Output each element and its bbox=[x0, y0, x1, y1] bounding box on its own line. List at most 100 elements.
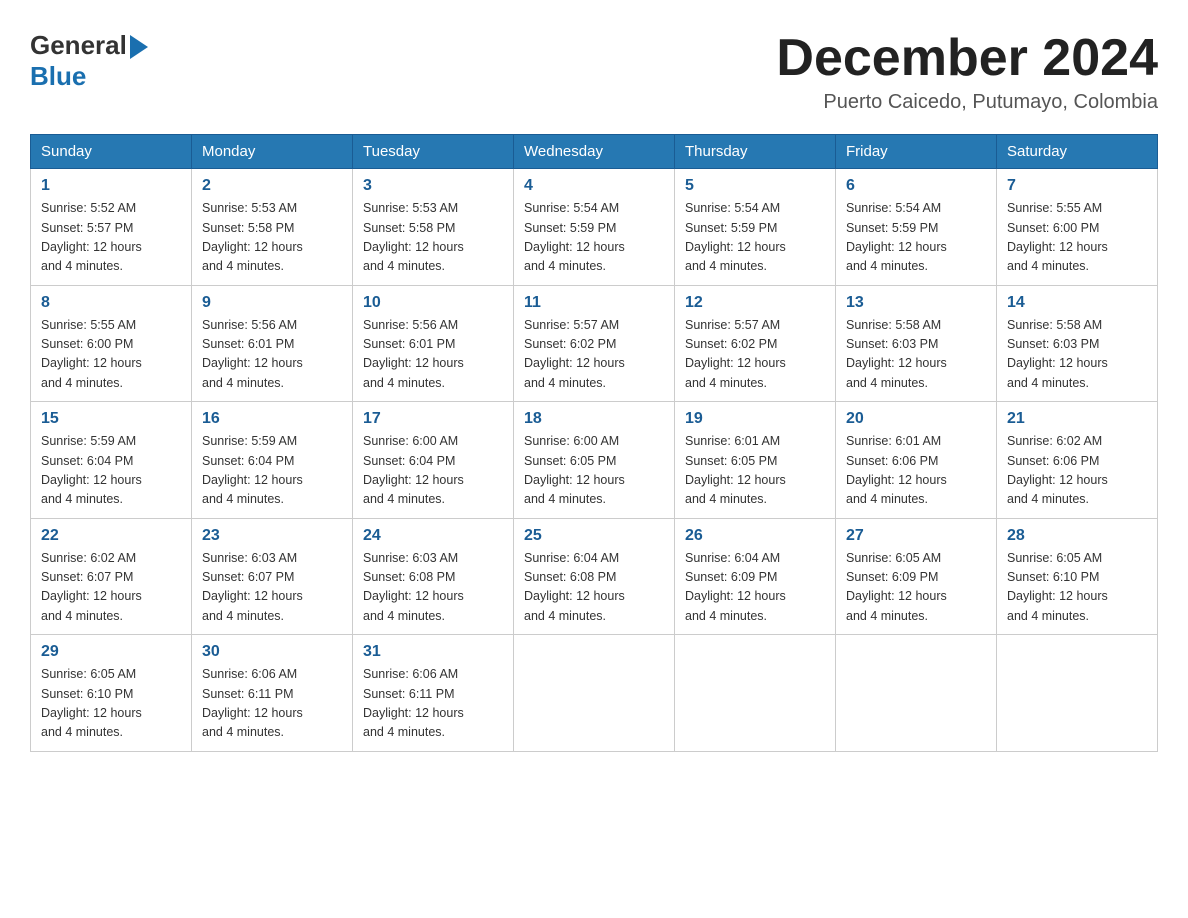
day-info: Sunrise: 5:56 AMSunset: 6:01 PMDaylight:… bbox=[202, 316, 342, 394]
calendar-cell: 29 Sunrise: 6:05 AMSunset: 6:10 PMDayligh… bbox=[31, 635, 192, 752]
day-number: 14 bbox=[1007, 294, 1147, 312]
day-number: 15 bbox=[41, 410, 181, 428]
calendar-cell: 8 Sunrise: 5:55 AMSunset: 6:00 PMDaylight… bbox=[31, 285, 192, 402]
day-number: 31 bbox=[363, 643, 503, 661]
calendar-cell: 23 Sunrise: 6:03 AMSunset: 6:07 PMDayligh… bbox=[192, 518, 353, 635]
calendar-cell: 20 Sunrise: 6:01 AMSunset: 6:06 PMDayligh… bbox=[836, 402, 997, 519]
calendar-cell: 12 Sunrise: 5:57 AMSunset: 6:02 PMDayligh… bbox=[675, 285, 836, 402]
day-number: 11 bbox=[524, 294, 664, 312]
day-number: 16 bbox=[202, 410, 342, 428]
weekday-header-thursday: Thursday bbox=[675, 135, 836, 169]
weekday-header-sunday: Sunday bbox=[31, 135, 192, 169]
day-number: 22 bbox=[41, 527, 181, 545]
weekday-header-saturday: Saturday bbox=[997, 135, 1158, 169]
day-info: Sunrise: 6:05 AMSunset: 6:10 PMDaylight:… bbox=[41, 665, 181, 743]
calendar-cell: 19 Sunrise: 6:01 AMSunset: 6:05 PMDayligh… bbox=[675, 402, 836, 519]
day-number: 7 bbox=[1007, 177, 1147, 195]
day-info: Sunrise: 5:59 AMSunset: 6:04 PMDaylight:… bbox=[202, 432, 342, 510]
calendar-cell: 2 Sunrise: 5:53 AMSunset: 5:58 PMDaylight… bbox=[192, 169, 353, 286]
day-info: Sunrise: 6:00 AMSunset: 6:05 PMDaylight:… bbox=[524, 432, 664, 510]
calendar-cell: 24Sunrise: 6:03 AMSunset: 6:08 PMDayligh… bbox=[353, 518, 514, 635]
calendar-cell: 7Sunrise: 5:55 AMSunset: 6:00 PMDaylight… bbox=[997, 169, 1158, 286]
day-number: 20 bbox=[846, 410, 986, 428]
day-info: Sunrise: 5:55 AMSunset: 6:00 PMDaylight:… bbox=[41, 316, 181, 394]
day-info: Sunrise: 6:04 AMSunset: 6:09 PMDaylight:… bbox=[685, 549, 825, 627]
calendar-cell: 6Sunrise: 5:54 AMSunset: 5:59 PMDaylight… bbox=[836, 169, 997, 286]
day-info: Sunrise: 6:01 AMSunset: 6:06 PMDaylight:… bbox=[846, 432, 986, 510]
day-number: 3 bbox=[363, 177, 503, 195]
calendar-cell bbox=[836, 635, 997, 752]
calendar-cell: 10 Sunrise: 5:56 AMSunset: 6:01 PMDayligh… bbox=[353, 285, 514, 402]
week-row-2: 8 Sunrise: 5:55 AMSunset: 6:00 PMDaylight… bbox=[31, 285, 1158, 402]
calendar-cell: 4Sunrise: 5:54 AMSunset: 5:59 PMDaylight… bbox=[514, 169, 675, 286]
day-number: 8 bbox=[41, 294, 181, 312]
day-info: Sunrise: 6:03 AMSunset: 6:07 PMDaylight:… bbox=[202, 549, 342, 627]
day-number: 23 bbox=[202, 527, 342, 545]
calendar-cell: 18 Sunrise: 6:00 AMSunset: 6:05 PMDayligh… bbox=[514, 402, 675, 519]
calendar-cell bbox=[675, 635, 836, 752]
weekday-header-monday: Monday bbox=[192, 135, 353, 169]
logo-arrow-icon bbox=[130, 35, 148, 59]
day-info: Sunrise: 5:53 AMSunset: 5:58 PMDaylight:… bbox=[202, 199, 342, 277]
week-row-5: 29 Sunrise: 6:05 AMSunset: 6:10 PMDayligh… bbox=[31, 635, 1158, 752]
day-info: Sunrise: 5:57 AMSunset: 6:02 PMDaylight:… bbox=[685, 316, 825, 394]
logo: General Blue bbox=[30, 30, 148, 92]
day-info: Sunrise: 5:59 AMSunset: 6:04 PMDaylight:… bbox=[41, 432, 181, 510]
day-info: Sunrise: 5:58 AMSunset: 6:03 PMDaylight:… bbox=[846, 316, 986, 394]
calendar-cell: 13Sunrise: 5:58 AMSunset: 6:03 PMDayligh… bbox=[836, 285, 997, 402]
weekday-header-tuesday: Tuesday bbox=[353, 135, 514, 169]
calendar-cell: 14Sunrise: 5:58 AMSunset: 6:03 PMDayligh… bbox=[997, 285, 1158, 402]
day-number: 12 bbox=[685, 294, 825, 312]
day-info: Sunrise: 6:01 AMSunset: 6:05 PMDaylight:… bbox=[685, 432, 825, 510]
calendar-cell: 22 Sunrise: 6:02 AMSunset: 6:07 PMDayligh… bbox=[31, 518, 192, 635]
week-row-3: 15 Sunrise: 5:59 AMSunset: 6:04 PMDayligh… bbox=[31, 402, 1158, 519]
day-number: 28 bbox=[1007, 527, 1147, 545]
day-info: Sunrise: 5:53 AMSunset: 5:58 PMDaylight:… bbox=[363, 199, 503, 277]
day-number: 6 bbox=[846, 177, 986, 195]
week-row-4: 22 Sunrise: 6:02 AMSunset: 6:07 PMDayligh… bbox=[31, 518, 1158, 635]
calendar-cell bbox=[514, 635, 675, 752]
calendar-cell bbox=[997, 635, 1158, 752]
day-number: 5 bbox=[685, 177, 825, 195]
day-info: Sunrise: 6:00 AMSunset: 6:04 PMDaylight:… bbox=[363, 432, 503, 510]
day-info: Sunrise: 6:02 AMSunset: 6:07 PMDaylight:… bbox=[41, 549, 181, 627]
weekday-header-friday: Friday bbox=[836, 135, 997, 169]
page-header: General Blue December 2024 Puerto Caiced… bbox=[30, 30, 1158, 114]
week-row-1: 1Sunrise: 5:52 AMSunset: 5:57 PMDaylight… bbox=[31, 169, 1158, 286]
calendar-cell: 21Sunrise: 6:02 AMSunset: 6:06 PMDayligh… bbox=[997, 402, 1158, 519]
day-number: 25 bbox=[524, 527, 664, 545]
day-info: Sunrise: 5:57 AMSunset: 6:02 PMDaylight:… bbox=[524, 316, 664, 394]
calendar-cell: 25 Sunrise: 6:04 AMSunset: 6:08 PMDayligh… bbox=[514, 518, 675, 635]
day-info: Sunrise: 6:04 AMSunset: 6:08 PMDaylight:… bbox=[524, 549, 664, 627]
calendar-cell: 26 Sunrise: 6:04 AMSunset: 6:09 PMDayligh… bbox=[675, 518, 836, 635]
weekday-header-wednesday: Wednesday bbox=[514, 135, 675, 169]
day-number: 27 bbox=[846, 527, 986, 545]
calendar-cell: 30 Sunrise: 6:06 AMSunset: 6:11 PMDayligh… bbox=[192, 635, 353, 752]
day-info: Sunrise: 5:52 AMSunset: 5:57 PMDaylight:… bbox=[41, 199, 181, 277]
location-title: Puerto Caicedo, Putumayo, Colombia bbox=[776, 91, 1158, 114]
logo-general-text: General bbox=[30, 30, 127, 61]
day-number: 29 bbox=[41, 643, 181, 661]
calendar-cell: 5 Sunrise: 5:54 AMSunset: 5:59 PMDaylight… bbox=[675, 169, 836, 286]
calendar-cell: 1Sunrise: 5:52 AMSunset: 5:57 PMDaylight… bbox=[31, 169, 192, 286]
day-number: 19 bbox=[685, 410, 825, 428]
day-info: Sunrise: 5:54 AMSunset: 5:59 PMDaylight:… bbox=[685, 199, 825, 277]
calendar-table: SundayMondayTuesdayWednesdayThursdayFrid… bbox=[30, 134, 1158, 752]
day-number: 24 bbox=[363, 527, 503, 545]
calendar-cell: 9Sunrise: 5:56 AMSunset: 6:01 PMDaylight… bbox=[192, 285, 353, 402]
day-info: Sunrise: 5:56 AMSunset: 6:01 PMDaylight:… bbox=[363, 316, 503, 394]
day-info: Sunrise: 6:06 AMSunset: 6:11 PMDaylight:… bbox=[363, 665, 503, 743]
day-info: Sunrise: 6:05 AMSunset: 6:10 PMDaylight:… bbox=[1007, 549, 1147, 627]
day-info: Sunrise: 6:06 AMSunset: 6:11 PMDaylight:… bbox=[202, 665, 342, 743]
month-title: December 2024 bbox=[776, 30, 1158, 87]
title-section: December 2024 Puerto Caicedo, Putumayo, … bbox=[776, 30, 1158, 114]
day-number: 4 bbox=[524, 177, 664, 195]
day-number: 30 bbox=[202, 643, 342, 661]
day-number: 10 bbox=[363, 294, 503, 312]
day-number: 2 bbox=[202, 177, 342, 195]
calendar-cell: 31 Sunrise: 6:06 AMSunset: 6:11 PMDayligh… bbox=[353, 635, 514, 752]
day-number: 26 bbox=[685, 527, 825, 545]
day-number: 17 bbox=[363, 410, 503, 428]
day-number: 18 bbox=[524, 410, 664, 428]
calendar-cell: 17 Sunrise: 6:00 AMSunset: 6:04 PMDayligh… bbox=[353, 402, 514, 519]
